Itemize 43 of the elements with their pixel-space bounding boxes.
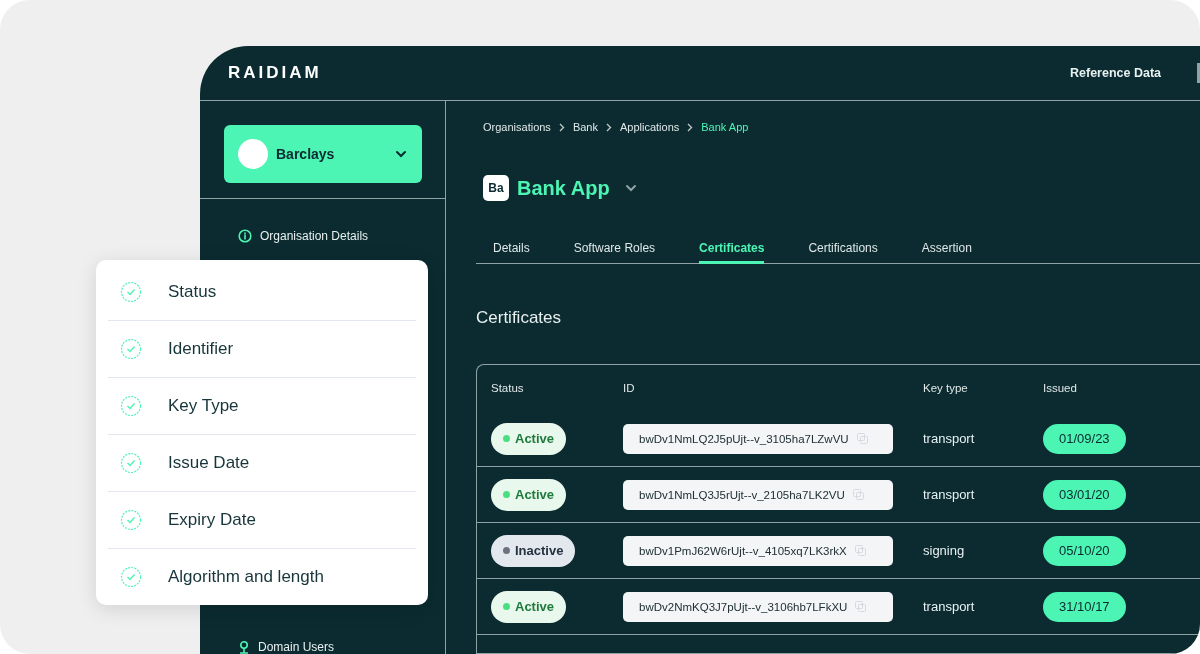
- status-pill: Active: [491, 590, 567, 623]
- status-pill: Active: [491, 422, 567, 455]
- tab[interactable]: Certificates: [699, 241, 765, 264]
- table-cell-text: transport: [923, 487, 976, 502]
- id-field[interactable]: bwDv1NmLQ3J5rUjt--v_2105ha7LK2VU: [623, 479, 893, 510]
- column-header: Issued: [1043, 382, 1078, 394]
- status-pill: Inactive: [491, 534, 576, 567]
- checklist-label: Issue Date: [168, 453, 250, 473]
- breadcrumb-link[interactable]: Bank App: [701, 121, 749, 133]
- id-field[interactable]: bwDv1NmLQ2J5pUjt--v_3105ha7LZwVU: [623, 423, 893, 454]
- app-title: Bank App: [517, 176, 610, 200]
- organisation-selector[interactable]: Barclays: [224, 125, 422, 183]
- status-pill: Active: [491, 478, 567, 511]
- tab[interactable]: Details: [493, 241, 530, 264]
- date-pill: 05/10/20: [1043, 535, 1126, 566]
- sidebar-item[interactable]: Organisation Details: [260, 229, 369, 243]
- date-pill: 03/01/20: [1043, 479, 1126, 510]
- breadcrumb-link[interactable]: Organisations: [483, 121, 551, 133]
- column-header: ID: [623, 382, 636, 394]
- column-header: Key type: [923, 382, 969, 394]
- date-pill: 01/09/23: [1043, 423, 1126, 454]
- tab[interactable]: Certifications: [808, 241, 878, 264]
- logo[interactable]: RAIDIAM: [228, 63, 322, 83]
- tab[interactable]: Software Roles: [573, 241, 656, 264]
- app-badge: Ba: [483, 175, 509, 201]
- checklist-label: Expiry Date: [168, 510, 256, 530]
- id-field[interactable]: bwDv2NmKQ3J7pUjt--v_3106hb7LFkXU: [623, 591, 893, 622]
- table-cell-text: transport: [923, 431, 976, 446]
- nav-link[interactable]: Reference Data: [1070, 66, 1161, 80]
- breadcrumb-link[interactable]: Applications: [619, 121, 680, 133]
- table-cell-text: signing: [923, 543, 966, 558]
- column-header: Status: [491, 382, 525, 394]
- checklist-label: Algorithm and length: [168, 567, 324, 587]
- sidebar-item[interactable]: Domain Users: [258, 640, 335, 654]
- table-cell-text: transport: [923, 599, 976, 614]
- date-pill: 31/10/17: [1043, 591, 1126, 622]
- section-title: Certificates: [476, 308, 563, 328]
- checklist-label: Status: [168, 282, 217, 302]
- checklist-label: Identifier: [168, 339, 234, 359]
- checklist-label: Key Type: [168, 396, 239, 416]
- tab[interactable]: Assertion: [921, 241, 972, 264]
- id-field[interactable]: bwDv1PmJ62W6rUjt--v_4105xq7LK3rkX: [623, 535, 893, 566]
- breadcrumb-link[interactable]: Bank: [572, 121, 598, 133]
